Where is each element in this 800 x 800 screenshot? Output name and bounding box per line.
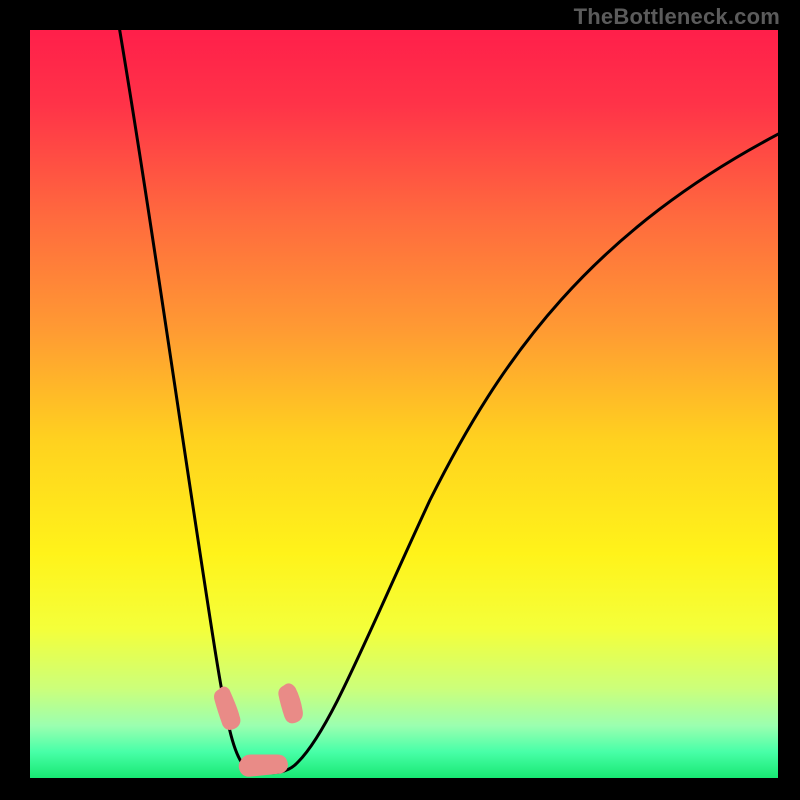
bottleneck-curve-right — [268, 128, 778, 773]
curve-layer — [30, 30, 778, 778]
marker-group — [215, 684, 303, 776]
plot-area — [30, 30, 778, 778]
bottleneck-curve-left — [118, 30, 268, 773]
watermark-text: TheBottleneck.com — [574, 4, 780, 30]
highlight-marker-2 — [239, 755, 287, 776]
highlight-marker-0 — [215, 687, 240, 729]
highlight-marker-1 — [279, 684, 303, 723]
outer-frame: TheBottleneck.com — [0, 0, 800, 800]
